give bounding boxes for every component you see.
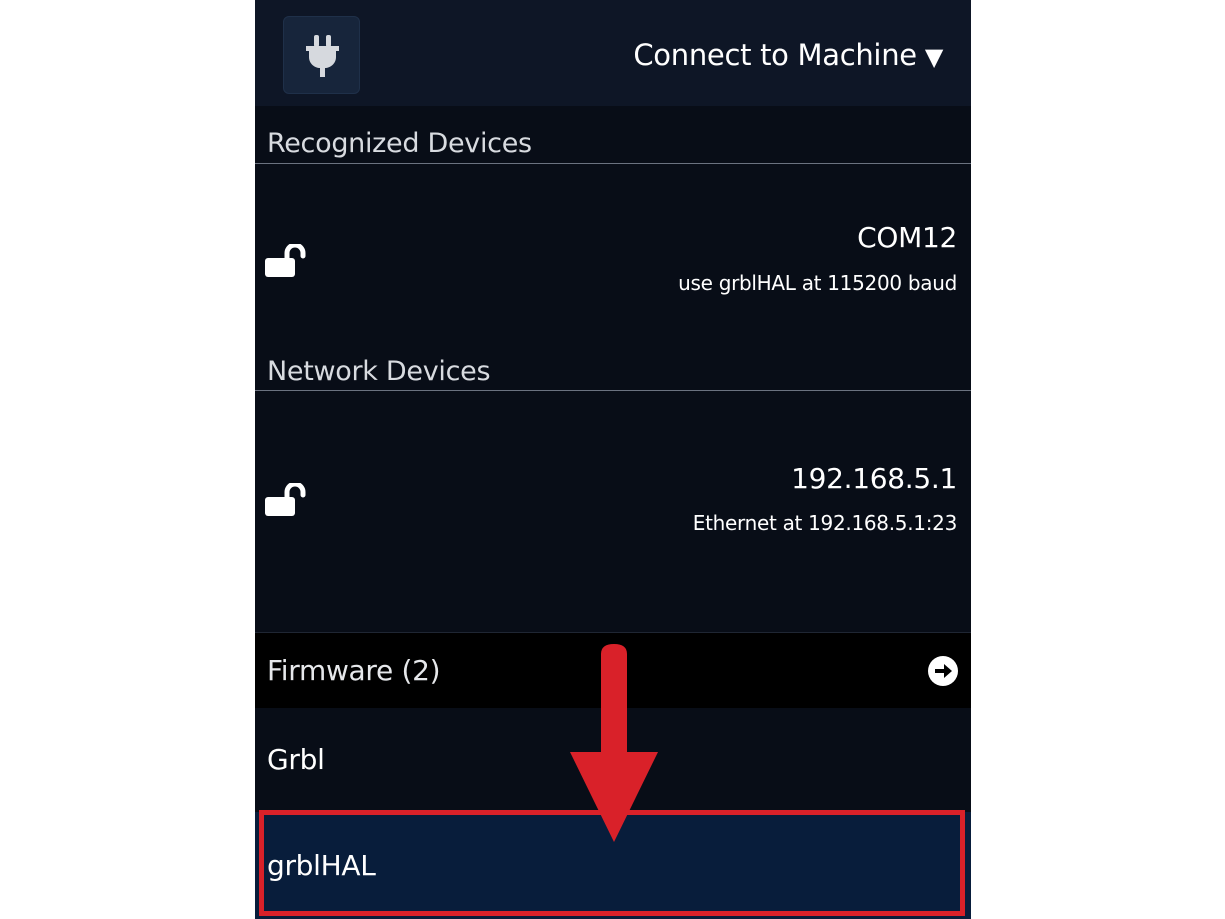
device-item-com12[interactable]: COM12 use grblHAL at 115200 baud — [255, 164, 971, 354]
device-description: Ethernet at 192.168.5.1:23 — [692, 511, 958, 535]
unlocked-padlock-icon — [265, 483, 306, 516]
header-title-text: Connect to Machine — [633, 38, 917, 72]
connect-to-machine-dropdown[interactable]: Connect to Machine ▼ — [633, 36, 943, 76]
device-name: COM12 — [857, 221, 957, 254]
firmware-title: Firmware (2) — [267, 654, 441, 687]
firmware-item-label: grblHAL — [267, 849, 376, 882]
circle-arrow-right-icon[interactable] — [927, 655, 959, 687]
red-down-arrow-icon — [570, 644, 658, 842]
network-devices-heading: Network Devices — [267, 356, 491, 387]
connect-button[interactable] — [283, 16, 360, 94]
panel-header: Connect to Machine ▼ — [255, 0, 971, 106]
firmware-item-label: Grbl — [267, 743, 325, 776]
dropdown-caret-icon: ▼ — [924, 43, 943, 71]
device-description: use grblHAL at 115200 baud — [678, 271, 957, 295]
plug-icon — [306, 35, 339, 77]
unlocked-padlock-icon — [265, 244, 306, 277]
device-item-192-168-5-1[interactable]: 192.168.5.1 Ethernet at 192.168.5.1:23 — [255, 391, 971, 631]
device-name: 192.168.5.1 — [791, 462, 957, 495]
recognized-devices-heading: Recognized Devices — [267, 128, 532, 159]
